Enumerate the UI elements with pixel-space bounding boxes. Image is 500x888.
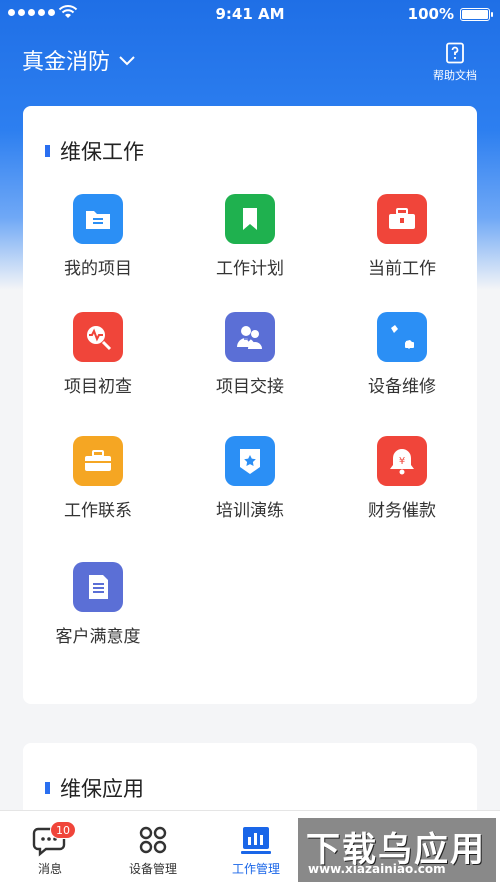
title-marker — [45, 145, 50, 157]
section-title-text: 维保应用 — [60, 777, 144, 801]
tile-finance-collection[interactable]: ¥ 财务催款 — [327, 436, 477, 521]
tab-label: 消息 — [37, 862, 62, 876]
tile-label: 我的项目 — [64, 259, 132, 279]
tile-label: 设备维修 — [368, 377, 436, 397]
tile-label: 当前工作 — [368, 259, 436, 279]
tile-label: 工作联系 — [64, 501, 132, 521]
tile-my-projects[interactable]: 我的项目 — [23, 194, 173, 279]
tab-messages[interactable]: 10 消息 — [0, 811, 100, 888]
tile-work-plan[interactable]: 工作计划 — [175, 194, 325, 279]
section-title-text: 维保工作 — [60, 140, 144, 164]
tile-current-work[interactable]: 当前工作 — [327, 194, 477, 279]
tile-training-drill[interactable]: 培训演练 — [175, 436, 325, 521]
tab-equipment[interactable]: 设备管理 — [103, 811, 203, 888]
tile-label: 项目初查 — [64, 377, 132, 397]
inspect-icon — [73, 312, 123, 362]
help-doc-icon — [446, 42, 464, 64]
watermark: 下载乌应用 www.xiazainiao.com — [298, 818, 496, 882]
tile-project-inspection[interactable]: 项目初查 — [23, 312, 173, 397]
survey-icon — [73, 562, 123, 612]
tile-customer-satisfaction[interactable]: 客户满意度 — [23, 562, 173, 647]
unread-badge: 10 — [50, 821, 76, 839]
org-switcher[interactable]: 真金消防 — [22, 44, 136, 76]
battery-icon — [460, 8, 493, 21]
tile-equipment-repair[interactable]: 设备维修 — [327, 312, 477, 397]
tile-project-handover[interactable]: 项目交接 — [175, 312, 325, 397]
org-name: 真金消防 — [22, 50, 111, 75]
folder-icon — [73, 194, 123, 244]
tile-label: 工作计划 — [216, 259, 284, 279]
app-header: 真金消防 帮助文档 — [0, 38, 500, 88]
help-docs-button[interactable]: 帮助文档 — [428, 42, 482, 83]
bookmark-icon — [225, 194, 275, 244]
svg-text:¥: ¥ — [399, 456, 405, 467]
title-marker — [45, 782, 50, 794]
tab-work-management[interactable]: 工作管理 — [206, 811, 306, 888]
tab-label: 设备管理 — [128, 862, 177, 876]
tile-label: 财务催款 — [368, 501, 436, 521]
help-label: 帮助文档 — [433, 69, 477, 82]
toolbox-icon — [377, 194, 427, 244]
tab-label: 工作管理 — [231, 862, 280, 876]
watermark-url: www.xiazainiao.com — [308, 862, 446, 876]
tile-label: 项目交接 — [216, 377, 284, 397]
badge-star-icon — [225, 436, 275, 486]
section-title: 维保应用 — [45, 773, 144, 803]
message-icon: 10 — [30, 821, 76, 857]
status-bar: 9:41 AM 100% — [0, 0, 500, 28]
tile-work-contact[interactable]: 工作联系 — [23, 436, 173, 521]
grid-icon — [133, 823, 173, 857]
chart-icon — [236, 823, 276, 857]
money-bell-icon: ¥ — [377, 436, 427, 486]
chevron-down-icon — [119, 56, 135, 66]
battery-percent: 100% — [407, 5, 454, 23]
handover-icon — [225, 312, 275, 362]
wrench-icon — [377, 312, 427, 362]
briefcase-icon — [73, 436, 123, 486]
tile-label: 培训演练 — [216, 501, 284, 521]
section-title: 维保工作 — [45, 136, 144, 166]
tile-label: 客户满意度 — [55, 627, 141, 647]
maintenance-work-card: 维保工作 我的项目 工作计划 当前工作 项目初查 项目交接 设备维修 工作联系 … — [23, 106, 477, 704]
